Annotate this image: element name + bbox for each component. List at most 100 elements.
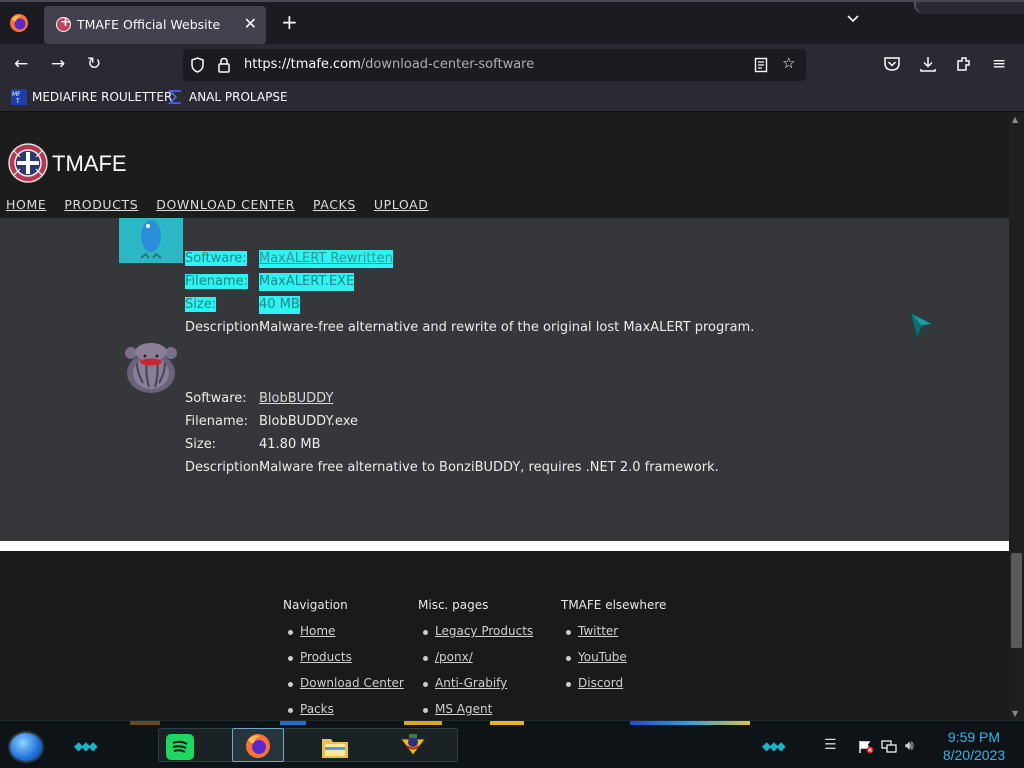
filename-row: Filename: BlobBUDDY.exe xyxy=(185,413,358,431)
size-value: 41.80 MB xyxy=(259,437,321,452)
extensions-icon[interactable] xyxy=(955,55,973,73)
volume-icon[interactable]: 🔊︎ xyxy=(905,738,914,754)
tmafe-logo-icon[interactable] xyxy=(8,143,48,183)
site-logo-text[interactable]: TMAFE xyxy=(52,151,127,177)
list-all-tabs-icon[interactable] xyxy=(846,14,860,24)
site-menu: HOME PRODUCTS DOWNLOAD CENTER PACKS UPLO… xyxy=(6,197,446,212)
shield-icon[interactable] xyxy=(190,57,205,73)
filename-label: Filename: xyxy=(185,274,249,289)
scroll-down-arrow-icon[interactable]: ▼ xyxy=(1012,709,1018,718)
menu-hamburger-icon[interactable]: ≡ xyxy=(992,54,1006,74)
titlebar-decoration xyxy=(914,2,1024,14)
list-item: Discord xyxy=(561,676,666,702)
software-label: Software: xyxy=(185,251,247,266)
tab-close-icon[interactable]: ✕ xyxy=(244,14,257,33)
site-header: TMAFE HOME PRODUCTS DOWNLOAD CENTER PACK… xyxy=(0,113,1009,218)
size-value: 40 MB xyxy=(259,296,300,314)
description-value: Malware-free alternative and rewrite of … xyxy=(259,320,755,335)
description-row: Description: Malware free alternative to… xyxy=(185,459,719,477)
list-item: Home xyxy=(283,624,404,650)
footer-link-legacy-products[interactable]: Legacy Products xyxy=(435,624,533,638)
url-host: https://tmafe.com xyxy=(244,57,361,72)
footer-link-packs[interactable]: Packs xyxy=(300,702,334,716)
list-item: Packs xyxy=(283,702,404,720)
bookmark-mediafire-roulette[interactable]: MF T MEDIAFIRE ROULETTER xyxy=(11,89,172,105)
show-hidden-icons-icon[interactable]: ☰ xyxy=(824,737,837,753)
footer-link-discord[interactable]: Discord xyxy=(578,676,623,690)
software-link-maxalert[interactable]: MaxALERT Rewritten xyxy=(259,251,393,266)
description-value: Malware free alternative to BonziBUDDY, … xyxy=(259,460,719,475)
spotify-app-icon[interactable] xyxy=(165,733,195,761)
menu-download-center[interactable]: DOWNLOAD CENTER xyxy=(156,197,295,212)
footer-link-ponx[interactable]: /ponx/ xyxy=(435,650,473,664)
svg-text:T: T xyxy=(15,98,20,105)
bookmark-label: ANAL PROLAPSE xyxy=(189,90,288,104)
footer-navigation: Navigation Home Products Download Center… xyxy=(283,598,404,720)
bookmarks-toolbar: MF T MEDIAFIRE ROULETTER ANAL PROLAPSE xyxy=(0,84,1024,112)
taskbar-clock[interactable]: 9:59 PM 8/20/2023 xyxy=(934,728,1014,764)
size-label: Size: xyxy=(185,437,217,452)
list-item: Legacy Products xyxy=(418,624,533,650)
svg-text:MF: MF xyxy=(12,91,21,98)
footer-link-youtube[interactable]: YouTube xyxy=(578,650,627,664)
menu-packs[interactable]: PACKS xyxy=(313,197,356,212)
footer-link-ms-agent[interactable]: MS Agent xyxy=(435,702,492,716)
taskbar: ◆◆◆ ◆◆◆ ☰ 🔊︎ 9:59 PM 8/20/2023 xyxy=(0,720,1024,768)
footer-misc: Misc. pages Legacy Products /ponx/ Anti-… xyxy=(418,598,533,720)
menu-products[interactable]: PRODUCTS xyxy=(64,197,138,212)
scrollbar-thumb[interactable] xyxy=(1011,553,1022,648)
menu-home[interactable]: HOME xyxy=(6,197,46,212)
tab-tmafe[interactable]: TMAFE Official Website ✕ xyxy=(44,6,266,44)
footer-link-download-center[interactable]: Download Center xyxy=(300,676,404,690)
network-icon[interactable] xyxy=(881,740,897,754)
web-page: TMAFE HOME PRODUCTS DOWNLOAD CENTER PACK… xyxy=(0,113,1009,720)
action-center-flag-icon[interactable] xyxy=(858,740,874,754)
new-tab-button[interactable]: + xyxy=(281,12,298,32)
reader-view-icon[interactable] xyxy=(754,57,768,73)
list-item: Twitter xyxy=(561,624,666,650)
size-row: Size: 41.80 MB xyxy=(185,436,320,454)
list-item: Products xyxy=(283,650,404,676)
bookmark-sigma[interactable]: ANAL PROLAPSE xyxy=(168,89,288,105)
forward-icon[interactable]: → xyxy=(51,54,65,74)
mediafire-roulette-icon: MF T xyxy=(11,89,27,105)
lock-icon[interactable] xyxy=(217,57,231,73)
url-path: /download-center-software xyxy=(360,57,535,72)
list-item: /ponx/ xyxy=(418,650,533,676)
scroll-up-arrow-icon[interactable]: ▲ xyxy=(1012,115,1018,124)
software-list: Software: MaxALERT Rewritten Filename: M… xyxy=(0,218,1009,541)
firefox-icon[interactable] xyxy=(9,13,29,33)
filename-label: Filename: xyxy=(185,414,249,429)
sigma-icon xyxy=(168,90,181,104)
decor-chevrons-icon: ◆◆◆ xyxy=(762,739,786,753)
footer-link-products[interactable]: Products xyxy=(300,650,352,664)
pocket-icon[interactable] xyxy=(883,56,901,72)
file-explorer-app-icon[interactable] xyxy=(320,733,350,761)
back-icon[interactable]: ← xyxy=(14,54,28,74)
size-row: Size: 40 MB xyxy=(185,296,300,314)
bookmark-star-icon[interactable]: ☆ xyxy=(782,54,795,72)
filename-value: MaxALERT.EXE xyxy=(259,273,355,291)
tab-title: TMAFE Official Website xyxy=(77,17,221,32)
menu-upload[interactable]: UPLOAD xyxy=(374,197,429,212)
bookmark-label: MEDIAFIRE ROULETTER xyxy=(32,90,173,104)
reload-icon[interactable]: ↻ xyxy=(87,54,101,74)
footer-heading: Misc. pages xyxy=(418,598,489,612)
downloads-icon[interactable] xyxy=(919,55,937,73)
start-orb-button[interactable] xyxy=(8,731,44,763)
bonzi-app-icon[interactable] xyxy=(398,733,428,761)
footer-link-anti-grabify[interactable]: Anti-Grabify xyxy=(435,676,507,690)
list-item: Anti-Grabify xyxy=(418,676,533,702)
firefox-app-icon[interactable] xyxy=(243,732,273,760)
section-divider xyxy=(0,541,1009,551)
mouse-cursor-icon xyxy=(910,311,935,339)
list-item: Download Center xyxy=(283,676,404,702)
software-link-blobbuddy[interactable]: BlobBUDDY xyxy=(259,391,333,406)
page-scrollbar[interactable]: ▲ ▼ xyxy=(1009,113,1024,720)
footer-link-home[interactable]: Home xyxy=(300,624,335,638)
url-bar[interactable]: https://tmafe.com/download-center-softwa… xyxy=(183,49,806,81)
url-text[interactable]: https://tmafe.com/download-center-softwa… xyxy=(244,57,534,72)
site-footer: Navigation Home Products Download Center… xyxy=(0,551,1009,720)
description-label: Description: xyxy=(185,320,264,335)
footer-link-twitter[interactable]: Twitter xyxy=(578,624,618,638)
